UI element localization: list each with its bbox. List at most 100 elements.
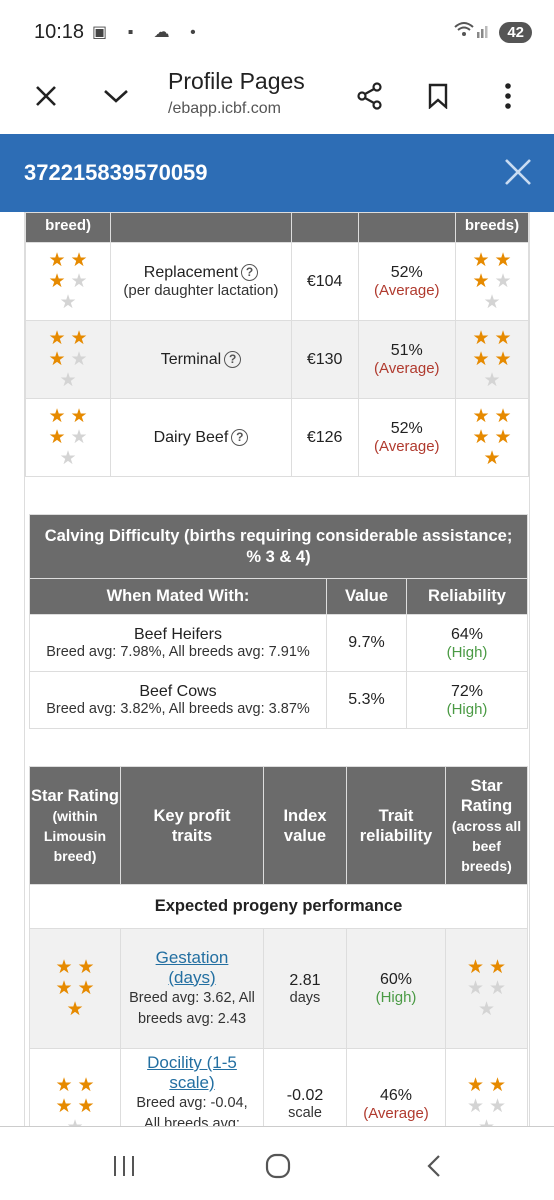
recent-apps-icon[interactable] xyxy=(104,1151,144,1181)
profit-index-table: breed) breeds) ★ ★ ★ ★ ★ Replacement? (per d… xyxy=(24,212,530,477)
star-empty-icon: ★ xyxy=(59,292,77,313)
index-sub: (per daughter lactation) xyxy=(123,282,279,299)
star-empty-icon: ★ xyxy=(70,349,88,370)
col-reliability: Reliability xyxy=(405,578,529,615)
notification-icons: ▣ ▪ ☁ • xyxy=(92,24,204,41)
star-filled-icon: ★ xyxy=(472,349,490,370)
page-title: Profile Pages xyxy=(168,68,305,94)
table-row: Beef Heifers Breed avg: 7.98%, All breeds… xyxy=(29,614,529,672)
close-icon[interactable] xyxy=(26,76,66,116)
animal-id: 372215839570059 xyxy=(24,160,208,185)
star-filled-icon: ★ xyxy=(77,1096,95,1117)
reliability: 52% xyxy=(390,420,423,437)
profile-content[interactable]: breed) breeds) ★ ★ ★ ★ ★ Replacement? (per d… xyxy=(0,212,554,1126)
star-filled-icon: ★ xyxy=(472,271,490,292)
mated-name: Beef Heifers xyxy=(133,626,223,643)
table-row: ★ ★ ★ ★ ★ Terminal? €130 51% (Average) ★ ★ ★ ★ ★ xyxy=(24,320,530,399)
mated-sub: Breed avg: 7.98%, All breeds avg: 7.91% xyxy=(46,644,310,660)
star-empty-icon: ★ xyxy=(66,1117,83,1126)
star-filled-icon: ★ xyxy=(488,1075,507,1096)
reliability-label: (High) xyxy=(446,700,488,718)
star-empty-icon: ★ xyxy=(466,1096,485,1117)
col-key-traits: Key profit traits xyxy=(120,766,264,885)
index-value: €104 xyxy=(290,242,359,321)
star-rating-within: ★★★★★ xyxy=(46,328,90,391)
star-rating-across: ★★★★★ xyxy=(470,406,514,469)
star-empty-icon: ★ xyxy=(483,370,501,391)
reliability-label: (High) xyxy=(446,643,488,661)
star-filled-icon: ★ xyxy=(70,328,88,349)
star-filled-icon: ★ xyxy=(483,448,501,469)
col-trait-reliability: Trait reliability xyxy=(346,766,446,885)
reliability-label: (Average) xyxy=(373,360,440,377)
close-icon[interactable] xyxy=(502,156,534,188)
star-filled-icon: ★ xyxy=(494,406,512,427)
reliability: 51% xyxy=(390,342,423,359)
star-filled-icon: ★ xyxy=(466,1075,485,1096)
star-rating-within: ★★★★★ xyxy=(46,406,90,469)
star-empty-icon: ★ xyxy=(466,978,485,999)
reliability-label: (Average) xyxy=(373,282,440,299)
star-filled-icon: ★ xyxy=(77,978,95,999)
star-rating-within: ★★★★★ xyxy=(53,1075,97,1126)
star-filled-icon: ★ xyxy=(48,250,66,271)
more-options-icon[interactable] xyxy=(488,76,528,116)
system-navigation-bar xyxy=(0,1126,554,1200)
index-unit: scale xyxy=(288,1105,322,1121)
modal-header: 372215839570059 xyxy=(0,134,554,212)
trait-link-docility[interactable]: Docility (1-5 scale) xyxy=(129,1053,255,1093)
star-rating-across: ★★★★★ xyxy=(465,957,509,1020)
star-filled-icon: ★ xyxy=(472,427,490,448)
star-empty-icon: ★ xyxy=(488,978,507,999)
help-icon[interactable]: ? xyxy=(224,350,242,368)
help-icon[interactable]: ? xyxy=(231,428,249,446)
mated-sub: Breed avg: 3.82%, All breeds avg: 3.87% xyxy=(46,701,310,717)
calving-title: Calving Difficulty (births requiring con… xyxy=(28,514,529,579)
star-filled-icon: ★ xyxy=(70,250,88,271)
star-filled-icon: ★ xyxy=(494,349,512,370)
col-value: Value xyxy=(326,578,407,615)
index-value: €126 xyxy=(290,398,359,477)
reliability-label: (Average) xyxy=(373,438,440,455)
help-icon[interactable]: ? xyxy=(241,264,259,281)
battery-indicator: 42 xyxy=(499,22,532,43)
col-star-across-sub: (across all beef breeds) xyxy=(451,817,522,874)
bookmark-icon[interactable] xyxy=(418,76,458,116)
status-right: 42 xyxy=(453,20,532,45)
table-row: ★ ★ ★ ★ ★ Gestation (days) Breed avg: 3.62, A… xyxy=(29,928,528,1049)
star-filled-icon: ★ xyxy=(472,406,490,427)
page-url: /ebapp.icbf.com xyxy=(168,100,281,117)
star-filled-icon: ★ xyxy=(48,406,66,427)
trait-link-gestation[interactable]: Gestation (days) xyxy=(129,948,255,988)
star-filled-icon: ★ xyxy=(48,271,66,292)
content-frame: breed) breeds) ★ ★ ★ ★ ★ Replacement? (per d… xyxy=(24,212,530,1126)
wifi-signal-icon xyxy=(453,20,491,45)
index-value: 2.81 xyxy=(289,971,321,989)
star-empty-icon: ★ xyxy=(59,448,77,469)
star-filled-icon: ★ xyxy=(48,349,66,370)
star-rating-within: ★★★★★ xyxy=(46,250,90,313)
star-empty-icon: ★ xyxy=(70,271,88,292)
section-expected-progeny: Expected progeny performance xyxy=(29,884,528,929)
chevron-down-icon[interactable] xyxy=(96,76,136,116)
calving-value: 9.7% xyxy=(326,614,407,672)
reliability: 46% xyxy=(379,1087,413,1104)
home-icon[interactable] xyxy=(258,1151,298,1181)
star-filled-icon: ★ xyxy=(466,957,485,978)
col-star-within-sub: (within Limousin breed) xyxy=(43,807,107,864)
index-value: €130 xyxy=(290,320,359,399)
table-row: ★★★★★ Docility (1-5 scale)Breed avg: -0.… xyxy=(29,1048,528,1126)
star-filled-icon: ★ xyxy=(48,328,66,349)
header-star-within: breed) xyxy=(24,212,112,243)
col-star-within: Star Rating xyxy=(30,786,119,805)
col-index-value: Index value xyxy=(263,766,347,885)
reliability-label: (Average) xyxy=(363,1105,429,1122)
star-empty-icon: ★ xyxy=(478,1117,495,1126)
star-filled-icon: ★ xyxy=(55,1096,73,1117)
share-icon[interactable] xyxy=(350,76,390,116)
star-empty-icon: ★ xyxy=(59,370,77,391)
trait-sub: Breed avg: 3.62, All breeds avg: 2.43 xyxy=(129,989,255,1027)
star-filled-icon: ★ xyxy=(494,328,512,349)
back-icon[interactable] xyxy=(414,1151,454,1181)
star-empty-icon: ★ xyxy=(494,271,512,292)
